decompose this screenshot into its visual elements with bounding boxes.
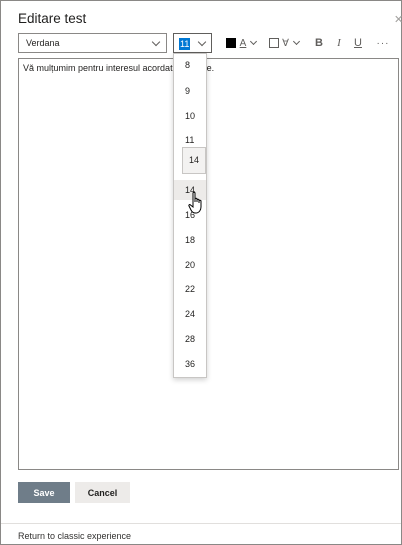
chevron-down-icon xyxy=(151,37,161,47)
chevron-down-icon[interactable] xyxy=(292,37,301,46)
font-family-value: Verdana xyxy=(26,38,60,48)
font-size-dropdown[interactable]: 8 9 10 11 14 16 18 20 22 24 28 36 xyxy=(173,53,207,378)
font-color-swatch[interactable] xyxy=(225,33,237,53)
font-size-option[interactable]: 22 xyxy=(174,279,206,299)
font-size-select[interactable]: 11 xyxy=(173,33,212,53)
chevron-down-icon[interactable] xyxy=(249,37,258,46)
font-size-option[interactable]: 20 xyxy=(174,255,206,275)
save-button[interactable]: Save xyxy=(18,482,70,503)
font-size-option[interactable]: 10 xyxy=(174,106,206,126)
text-editor[interactable]: Vă mulțumim pentru interesul acordat con… xyxy=(18,58,399,470)
font-size-option[interactable]: 36 xyxy=(174,354,206,374)
italic-button[interactable]: I xyxy=(334,33,344,53)
underline-button[interactable]: U xyxy=(353,33,363,53)
font-size-tooltip: 14 xyxy=(182,147,206,174)
highlight-icon[interactable]: ∀ xyxy=(280,33,291,53)
edit-panel: Editare test ✕ Verdana 11 A ∀ B I U ··· … xyxy=(0,0,402,545)
close-icon[interactable]: ✕ xyxy=(394,13,402,26)
highlight-color-swatch[interactable] xyxy=(268,33,279,53)
chevron-down-icon xyxy=(197,37,207,47)
return-classic-link[interactable]: Return to classic experience xyxy=(18,531,131,541)
font-size-option[interactable]: 24 xyxy=(174,304,206,324)
formatting-toolbar: Verdana 11 A ∀ B I U ··· xyxy=(18,33,398,53)
font-size-option[interactable]: 8 xyxy=(174,55,206,75)
cancel-button[interactable]: Cancel xyxy=(75,482,130,503)
bold-button[interactable]: B xyxy=(314,33,324,53)
more-options-icon[interactable]: ··· xyxy=(376,33,390,53)
font-color-icon[interactable]: A xyxy=(238,33,248,53)
footer-divider xyxy=(1,523,401,524)
font-size-option[interactable]: 18 xyxy=(174,230,206,250)
panel-title: Editare test xyxy=(18,11,87,26)
font-size-option[interactable]: 28 xyxy=(174,329,206,349)
font-size-option[interactable]: 9 xyxy=(174,81,206,101)
hand-pointer-icon xyxy=(188,191,202,214)
font-size-value: 11 xyxy=(179,38,191,50)
font-family-select[interactable]: Verdana xyxy=(18,33,167,53)
